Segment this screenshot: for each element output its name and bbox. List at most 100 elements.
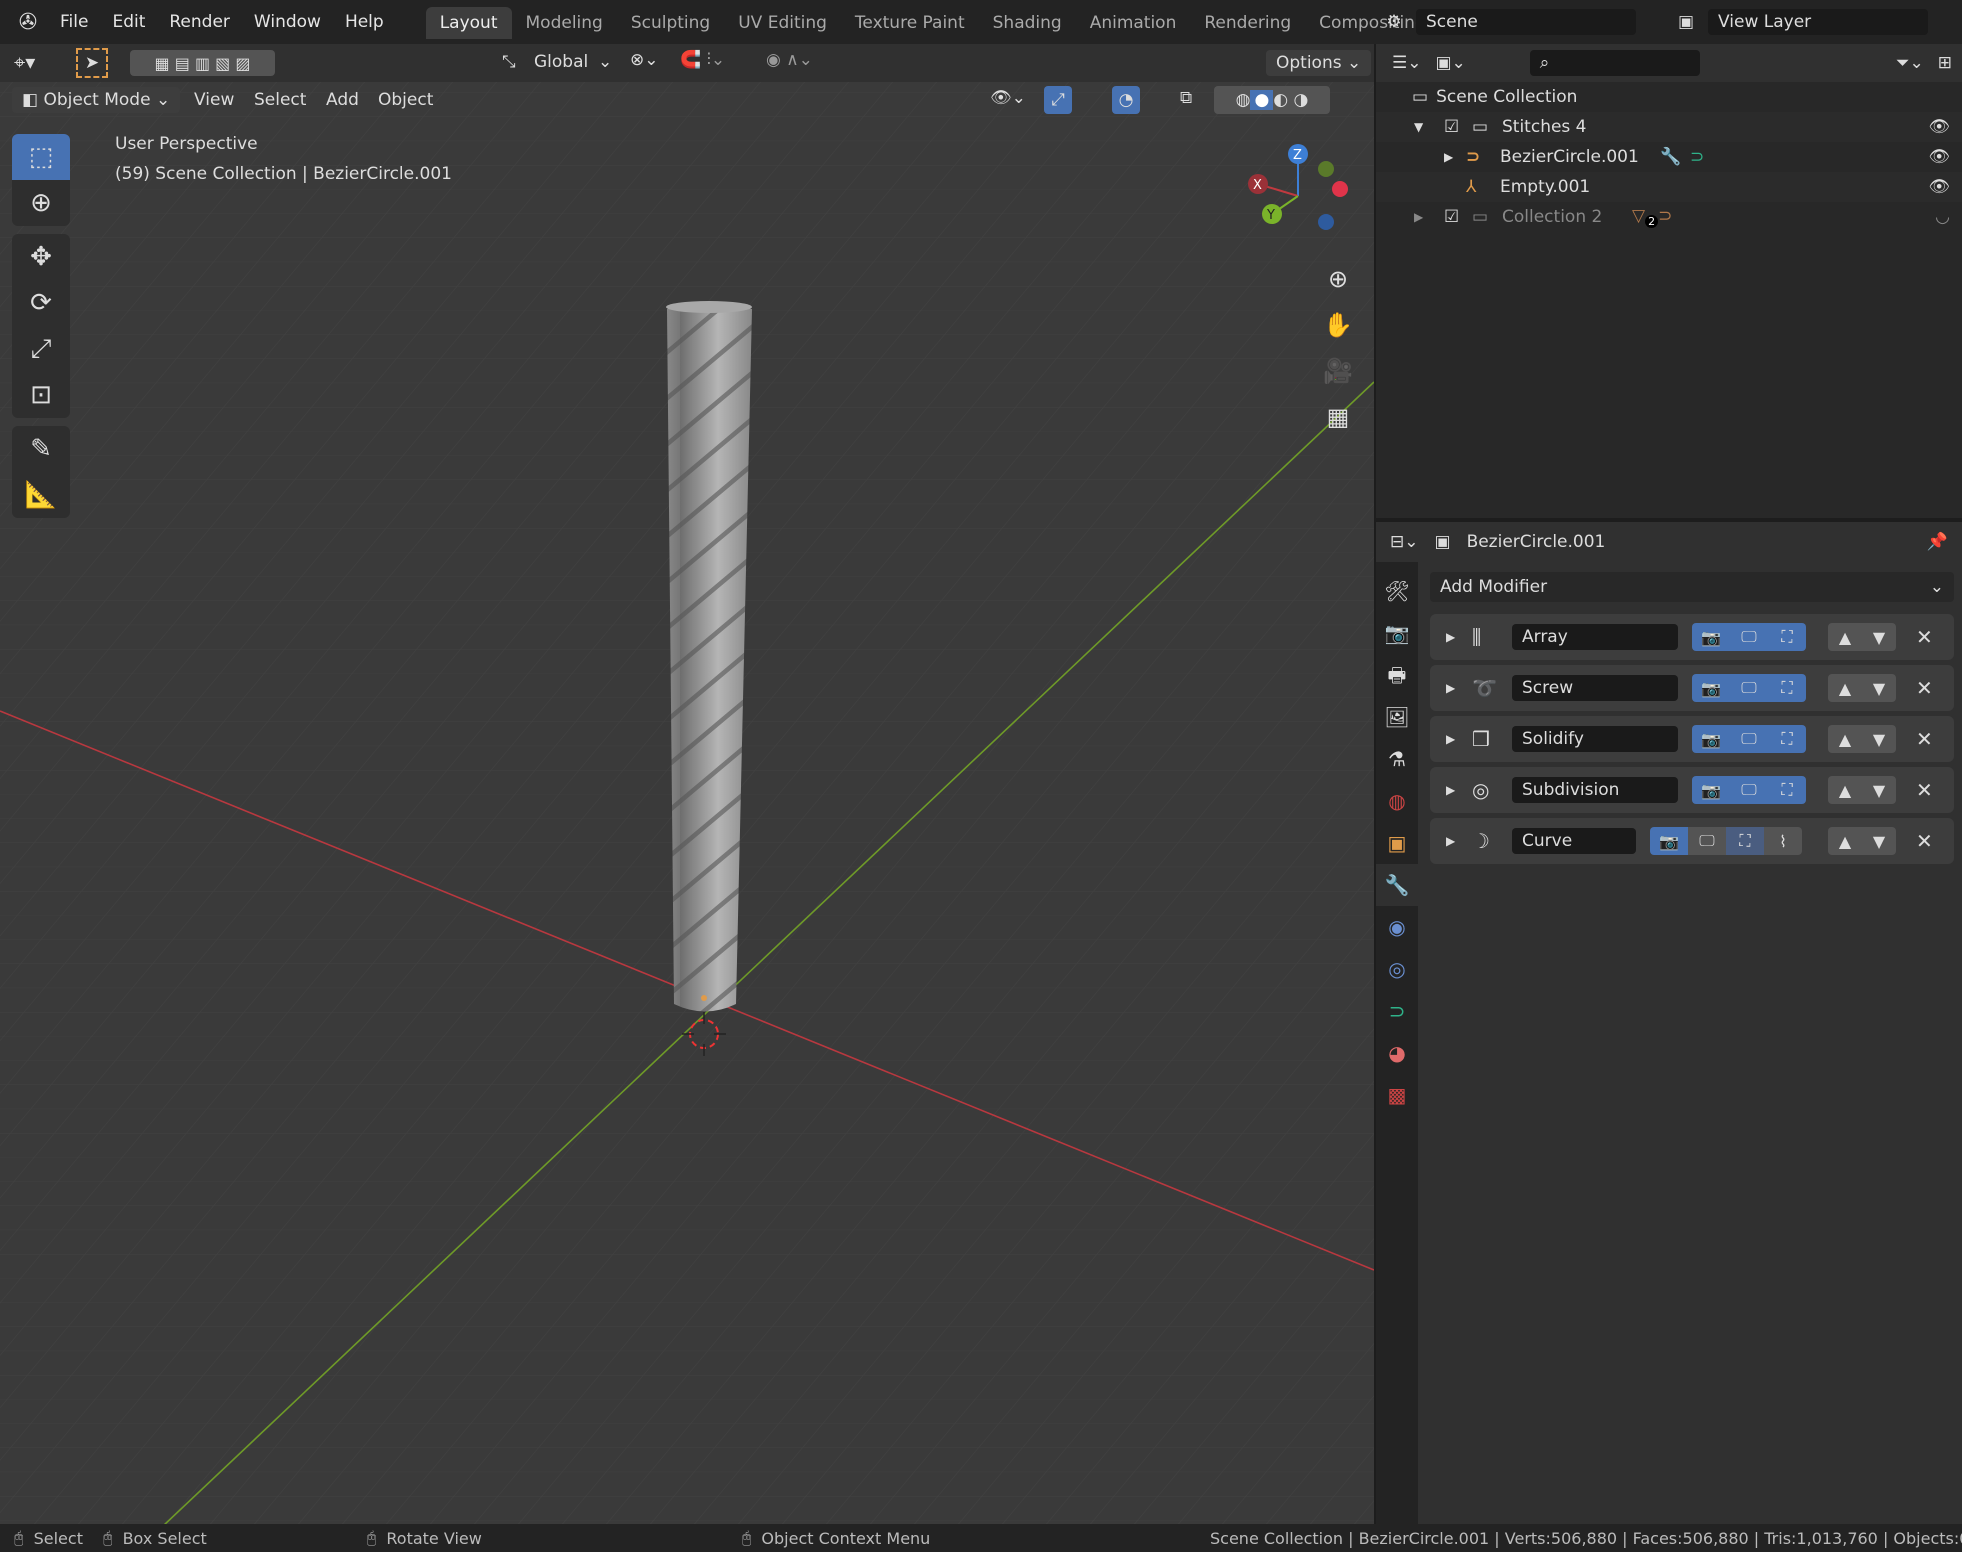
- data-tab-icon[interactable]: ⊃: [1376, 990, 1418, 1032]
- move-down-icon[interactable]: ▼: [1862, 725, 1896, 753]
- editor-type-icon[interactable]: ⌖▾: [14, 50, 35, 74]
- menu-object[interactable]: Object: [378, 90, 433, 110]
- view-layer-icon[interactable]: ▣: [1668, 12, 1704, 32]
- tab-modeling[interactable]: Modeling: [512, 7, 617, 39]
- tab-layout[interactable]: Layout: [425, 7, 512, 39]
- outliner-row-scene-collection[interactable]: ▭ Scene Collection: [1376, 82, 1962, 112]
- xray-icon[interactable]: ⧉: [1180, 88, 1192, 108]
- scene-icon[interactable]: ⚙: [1374, 12, 1414, 32]
- 3d-viewport[interactable]: ⌖▾ ➤ ▦ ▤ ▥ ▧ ▨ ⤡ Global ⌄ ⊗⌄ 🧲 ⫶⌄ ◉ ∧⌄ O…: [0, 44, 1374, 1524]
- modifier-panel-screw[interactable]: ▶ ➰ Screw 📷 🖵 ⛶ ▲ ▼ ✕: [1430, 665, 1954, 711]
- eye-icon[interactable]: 👁: [1928, 177, 1950, 197]
- outliner-row-collection-2[interactable]: ▶ ☑ ▭ Collection 2 ▽ 2 ⊃ ◡: [1376, 202, 1962, 232]
- editmode-toggle-icon[interactable]: ⛶: [1768, 674, 1806, 702]
- modifier-name-input[interactable]: Curve: [1512, 828, 1636, 854]
- expand-arrow-icon[interactable]: ▶: [1446, 681, 1472, 695]
- render-toggle-icon[interactable]: 📷: [1692, 623, 1730, 651]
- move-up-icon[interactable]: ▲: [1828, 674, 1862, 702]
- scale-tool[interactable]: ⤢: [12, 326, 70, 372]
- texture-tab-icon[interactable]: ▩: [1376, 1074, 1418, 1116]
- modifier-name-input[interactable]: Screw: [1512, 675, 1678, 701]
- move-down-icon[interactable]: ▼: [1862, 776, 1896, 804]
- outliner-row-empty[interactable]: ⅄ Empty.001 👁: [1376, 172, 1962, 202]
- move-up-icon[interactable]: ▲: [1828, 623, 1862, 651]
- render-tab-icon[interactable]: 📷: [1376, 612, 1418, 654]
- tab-rendering[interactable]: Rendering: [1190, 7, 1305, 39]
- expand-arrow-icon[interactable]: ▶: [1446, 732, 1472, 746]
- tool-tab-icon[interactable]: 🛠: [1376, 570, 1418, 612]
- outliner-search-input[interactable]: ⌕: [1529, 50, 1700, 76]
- expand-arrow-icon[interactable]: ▶: [1446, 783, 1472, 797]
- modifier-wrench-icon[interactable]: 🔧: [1660, 147, 1690, 167]
- expand-arrow-icon[interactable]: ▶: [1444, 150, 1466, 164]
- transform-tool[interactable]: ⊡: [12, 372, 70, 418]
- pan-hand-icon[interactable]: ✋: [1318, 302, 1358, 348]
- render-toggle-icon[interactable]: 📷: [1692, 674, 1730, 702]
- eye-hidden-icon[interactable]: ◡: [1935, 207, 1950, 227]
- tab-texture-paint[interactable]: Texture Paint: [841, 7, 979, 39]
- render-toggle-icon[interactable]: 📷: [1650, 827, 1688, 855]
- editmode-toggle-icon[interactable]: ⛶: [1768, 623, 1806, 651]
- modifier-panel-curve[interactable]: ▶ ☽ Curve 📷 🖵 ⛶ ⌇ ▲ ▼ ✕: [1430, 818, 1954, 864]
- menu-add[interactable]: Add: [326, 90, 359, 110]
- move-down-icon[interactable]: ▼: [1862, 674, 1896, 702]
- modifier-tab-icon[interactable]: 🔧: [1376, 864, 1418, 906]
- remove-modifier-icon[interactable]: ✕: [1916, 727, 1933, 751]
- shading-modes-icons[interactable]: ◍ ● ◐ ◑: [1214, 86, 1330, 114]
- curve-data-icon[interactable]: ⊃: [1690, 147, 1704, 167]
- filter-icon[interactable]: ⏷⌄: [1896, 53, 1924, 73]
- rotate-tool[interactable]: ⟳: [12, 280, 70, 326]
- measure-tool[interactable]: 📐: [12, 472, 70, 518]
- physics-tab-icon[interactable]: ◎: [1376, 948, 1418, 990]
- visibility-icon[interactable]: 👁⌄: [990, 88, 1026, 108]
- move-up-icon[interactable]: ▲: [1828, 827, 1862, 855]
- view-layer-tab-icon[interactable]: 🖼: [1376, 696, 1418, 738]
- outliner-row-beziercircle[interactable]: ▶ ⊃ BezierCircle.001 🔧 ⊃ 👁: [1376, 142, 1962, 172]
- remove-modifier-icon[interactable]: ✕: [1916, 625, 1933, 649]
- pivot-icon[interactable]: ⊗⌄: [630, 50, 659, 70]
- move-up-icon[interactable]: ▲: [1828, 725, 1862, 753]
- expand-arrow-icon[interactable]: ▶: [1446, 630, 1472, 644]
- select-box-tool[interactable]: ⬚: [12, 134, 70, 180]
- scene-tab-icon[interactable]: ⚗: [1376, 738, 1418, 780]
- expand-arrow-icon[interactable]: ▶: [1414, 210, 1444, 224]
- viewport-toggle-icon[interactable]: 🖵: [1730, 623, 1768, 651]
- eye-icon[interactable]: 👁: [1928, 117, 1950, 137]
- object-tab-icon[interactable]: ▣: [1376, 822, 1418, 864]
- tab-uv-editing[interactable]: UV Editing: [724, 7, 841, 39]
- gizmo-toggle-icon[interactable]: ⤢: [1044, 86, 1072, 114]
- menu-help[interactable]: Help: [333, 12, 396, 32]
- selection-mode-icons[interactable]: ▦ ▤ ▥ ▧ ▨: [130, 50, 275, 76]
- viewport-toggle-icon[interactable]: 🖵: [1730, 674, 1768, 702]
- new-collection-icon[interactable]: ⊞: [1938, 53, 1952, 73]
- select-tool-icon[interactable]: ➤: [76, 48, 108, 78]
- editmode-toggle-icon[interactable]: ⛶: [1768, 776, 1806, 804]
- material-tab-icon[interactable]: ◕: [1376, 1032, 1418, 1074]
- remove-modifier-icon[interactable]: ✕: [1916, 676, 1933, 700]
- modifier-panel-subdivision[interactable]: ▶ ◎ Subdivision 📷 🖵 ⛶ ▲ ▼ ✕: [1430, 767, 1954, 813]
- modifier-panel-solidify[interactable]: ▶ ❒ Solidify 📷 🖵 ⛶ ▲ ▼ ✕: [1430, 716, 1954, 762]
- checkbox[interactable]: ☑: [1444, 207, 1472, 227]
- overlay-toggle-icon[interactable]: ◔: [1112, 86, 1140, 114]
- render-toggle-icon[interactable]: 📷: [1692, 776, 1730, 804]
- modifier-panel-array[interactable]: ▶ ⫼ Array 📷 🖵 ⛶ ▲ ▼ ✕: [1430, 614, 1954, 660]
- viewport-toggle-icon[interactable]: 🖵: [1730, 776, 1768, 804]
- outliner-row-stitches[interactable]: ▼ ☑ ▭ Stitches 4 👁: [1376, 112, 1962, 142]
- navigation-gizmo[interactable]: Z X Y: [1230, 134, 1370, 254]
- pin-icon[interactable]: 📌: [1927, 532, 1948, 552]
- cursor-tool[interactable]: ⊕: [12, 180, 70, 226]
- view-layer-field[interactable]: View Layer: [1708, 9, 1928, 35]
- zoom-icon[interactable]: ⊕: [1318, 256, 1358, 302]
- menu-view[interactable]: View: [194, 90, 234, 110]
- move-tool[interactable]: ✥: [12, 234, 70, 280]
- modifier-name-input[interactable]: Array: [1512, 624, 1678, 650]
- menu-edit[interactable]: Edit: [100, 12, 157, 32]
- expand-arrow-icon[interactable]: ▼: [1414, 120, 1444, 134]
- orientation-dropdown[interactable]: Global: [534, 52, 588, 72]
- remove-modifier-icon[interactable]: ✕: [1916, 778, 1933, 802]
- mesh-curve-children-icon[interactable]: ▽ 2 ⊃: [1632, 206, 1672, 229]
- move-up-icon[interactable]: ▲: [1828, 776, 1862, 804]
- tab-shading[interactable]: Shading: [979, 7, 1076, 39]
- on-cage-toggle-icon[interactable]: ⌇: [1764, 827, 1802, 855]
- ortho-grid-icon[interactable]: ▦: [1318, 394, 1358, 440]
